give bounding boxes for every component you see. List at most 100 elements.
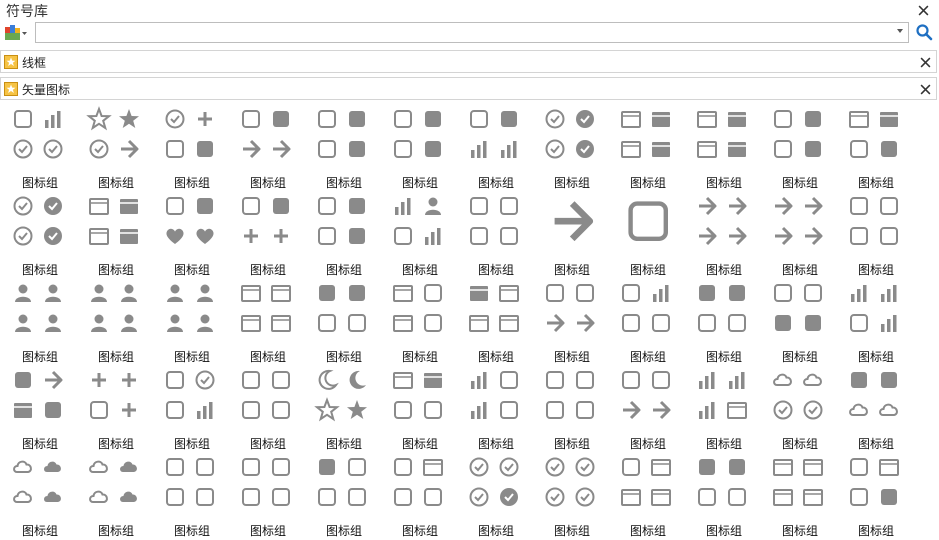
icon-group-cell[interactable]: 图标组	[838, 278, 914, 364]
close-icon[interactable]	[918, 82, 932, 96]
icon-group-cell[interactable]: 图标组	[382, 452, 458, 538]
video-icon	[394, 140, 412, 158]
menu-icon	[851, 285, 867, 302]
icon-group-cell[interactable]: 图标组	[458, 365, 534, 451]
icon-group-cell[interactable]: 图标组	[306, 278, 382, 364]
search-input[interactable]	[35, 22, 909, 43]
icon-group-cell[interactable]: 图标组	[534, 191, 610, 277]
icon-group-cell[interactable]: 图标组	[686, 191, 762, 277]
icon-group-cell[interactable]: 图标组	[2, 104, 78, 190]
icon-group-cell[interactable]: 图标组	[382, 104, 458, 190]
user-music-icon	[425, 197, 441, 215]
icon-group-cell[interactable]: 图标组	[610, 278, 686, 364]
icon-group-cell[interactable]: 图标组	[154, 452, 230, 538]
icon-group-cell[interactable]: 图标组	[230, 278, 306, 364]
icon-group-cell[interactable]: 图标组	[458, 104, 534, 190]
icon-group-cell[interactable]: 图标组	[534, 278, 610, 364]
icon-group-cell[interactable]: 图标组	[230, 452, 306, 538]
icon-group-cell[interactable]: 图标组	[306, 452, 382, 538]
icon-group-cell[interactable]: 图标组	[686, 104, 762, 190]
icon-group-cell[interactable]: 图标组	[154, 191, 230, 277]
icon-group-cell[interactable]: 图标组	[610, 452, 686, 538]
library-icon[interactable]	[4, 24, 28, 42]
icon-group-caption: 图标组	[553, 350, 590, 364]
icon-group-cell[interactable]: 图标组	[762, 278, 838, 364]
icon-group-cell[interactable]: 图标组	[838, 365, 914, 451]
icon-group-caption: 图标组	[781, 263, 818, 277]
icon-group-cell[interactable]: 图标组	[458, 452, 534, 538]
female-icon	[196, 458, 214, 476]
icon-group-caption: 图标组	[325, 350, 362, 364]
icon-group-cell[interactable]: 图标组	[2, 452, 78, 538]
icon-group-cell[interactable]: 图标组	[534, 104, 610, 190]
icon-group-cell[interactable]: 图标组	[154, 104, 230, 190]
icon-group-cell[interactable]: 图标组	[78, 452, 154, 538]
icon-group-cell[interactable]: 图标组	[458, 191, 534, 277]
rotate-icon	[622, 371, 640, 389]
doc-badge-icon	[621, 111, 641, 128]
icon-group-cell[interactable]: 图标组	[686, 452, 762, 538]
icon-group-cell[interactable]: 图标组	[2, 278, 78, 364]
search-icon[interactable]	[915, 23, 933, 41]
icon-group-cell[interactable]: 图标组	[382, 365, 458, 451]
cloud-icon	[13, 460, 32, 473]
icon-group-cell[interactable]: 图标组	[686, 365, 762, 451]
icon-group-cell[interactable]: 图标组	[306, 104, 382, 190]
power-icon	[545, 457, 565, 477]
fullscreen-icon	[727, 402, 747, 419]
icon-group-cell[interactable]: 图标组	[762, 191, 838, 277]
icon-group-preview	[15, 284, 61, 332]
icon-group-cell[interactable]: 图标组	[762, 365, 838, 451]
icon-group-caption: 图标组	[21, 350, 58, 364]
icon-group-cell[interactable]: 图标组	[78, 278, 154, 364]
icon-group-cell[interactable]: 图标组	[838, 191, 914, 277]
map-edit-icon	[424, 401, 442, 419]
close-icon[interactable]	[916, 3, 930, 17]
icon-group-cell[interactable]: 图标组	[306, 365, 382, 451]
icon-group-cell[interactable]: 图标组	[78, 365, 154, 451]
section-vector-icons[interactable]: 矢量图标	[0, 77, 937, 100]
icon-group-cell[interactable]: 图标组	[686, 278, 762, 364]
icon-group-cell[interactable]: 图标组	[534, 365, 610, 451]
icon-group-caption: 图标组	[325, 263, 362, 277]
icon-group-cell[interactable]: 图标组	[610, 365, 686, 451]
icon-group-cell[interactable]: 图标组	[230, 104, 306, 190]
plus-circle-filled-icon	[500, 488, 518, 506]
xmark-icon	[122, 373, 136, 387]
layers-filled-icon	[728, 112, 746, 127]
volume-filled-icon	[805, 111, 821, 127]
icon-group-cell[interactable]: 图标组	[762, 104, 838, 190]
copy-icon	[879, 459, 899, 476]
section-wireframe[interactable]: 线框	[0, 50, 937, 73]
icon-group-cell[interactable]: 图标组	[610, 104, 686, 190]
icon-group-cell[interactable]: 图标组	[762, 452, 838, 538]
refresh-lock-icon	[728, 314, 746, 332]
icon-group-cell[interactable]: 图标组	[154, 365, 230, 451]
icon-group-cell[interactable]: 图标组	[838, 104, 914, 190]
dropdown-arrow-icon[interactable]	[897, 29, 903, 33]
icon-group-cell[interactable]: 图标组	[458, 278, 534, 364]
bulb-icon	[805, 315, 821, 331]
power-off-icon	[575, 457, 595, 477]
icon-group-cell[interactable]: 图标组	[382, 278, 458, 364]
icon-group-cell[interactable]: 图标组	[2, 365, 78, 451]
icon-group-cell[interactable]: 图标组	[78, 104, 154, 190]
icon-group-caption: 图标组	[249, 350, 286, 364]
icon-group-cell[interactable]: 图标组	[838, 452, 914, 538]
apps-icon	[729, 372, 745, 389]
icon-group-cell[interactable]: 图标组	[78, 191, 154, 277]
clock-half-icon	[545, 139, 565, 159]
icon-group-cell[interactable]: 图标组	[230, 365, 306, 451]
icon-group-cell[interactable]: 图标组	[534, 452, 610, 538]
icon-group-cell[interactable]: 图标组	[382, 191, 458, 277]
video-filled-icon	[425, 141, 441, 157]
icon-group-preview	[545, 109, 594, 159]
icon-group-cell[interactable]: 图标组	[154, 278, 230, 364]
icon-group-cell[interactable]: 图标组	[610, 191, 686, 277]
check-circle-filled-icon	[44, 197, 62, 215]
icon-group-caption: 图标组	[629, 350, 666, 364]
icon-group-cell[interactable]: 图标组	[230, 191, 306, 277]
close-icon[interactable]	[918, 55, 932, 69]
icon-group-cell[interactable]: 图标组	[2, 191, 78, 277]
icon-group-cell[interactable]: 图标组	[306, 191, 382, 277]
